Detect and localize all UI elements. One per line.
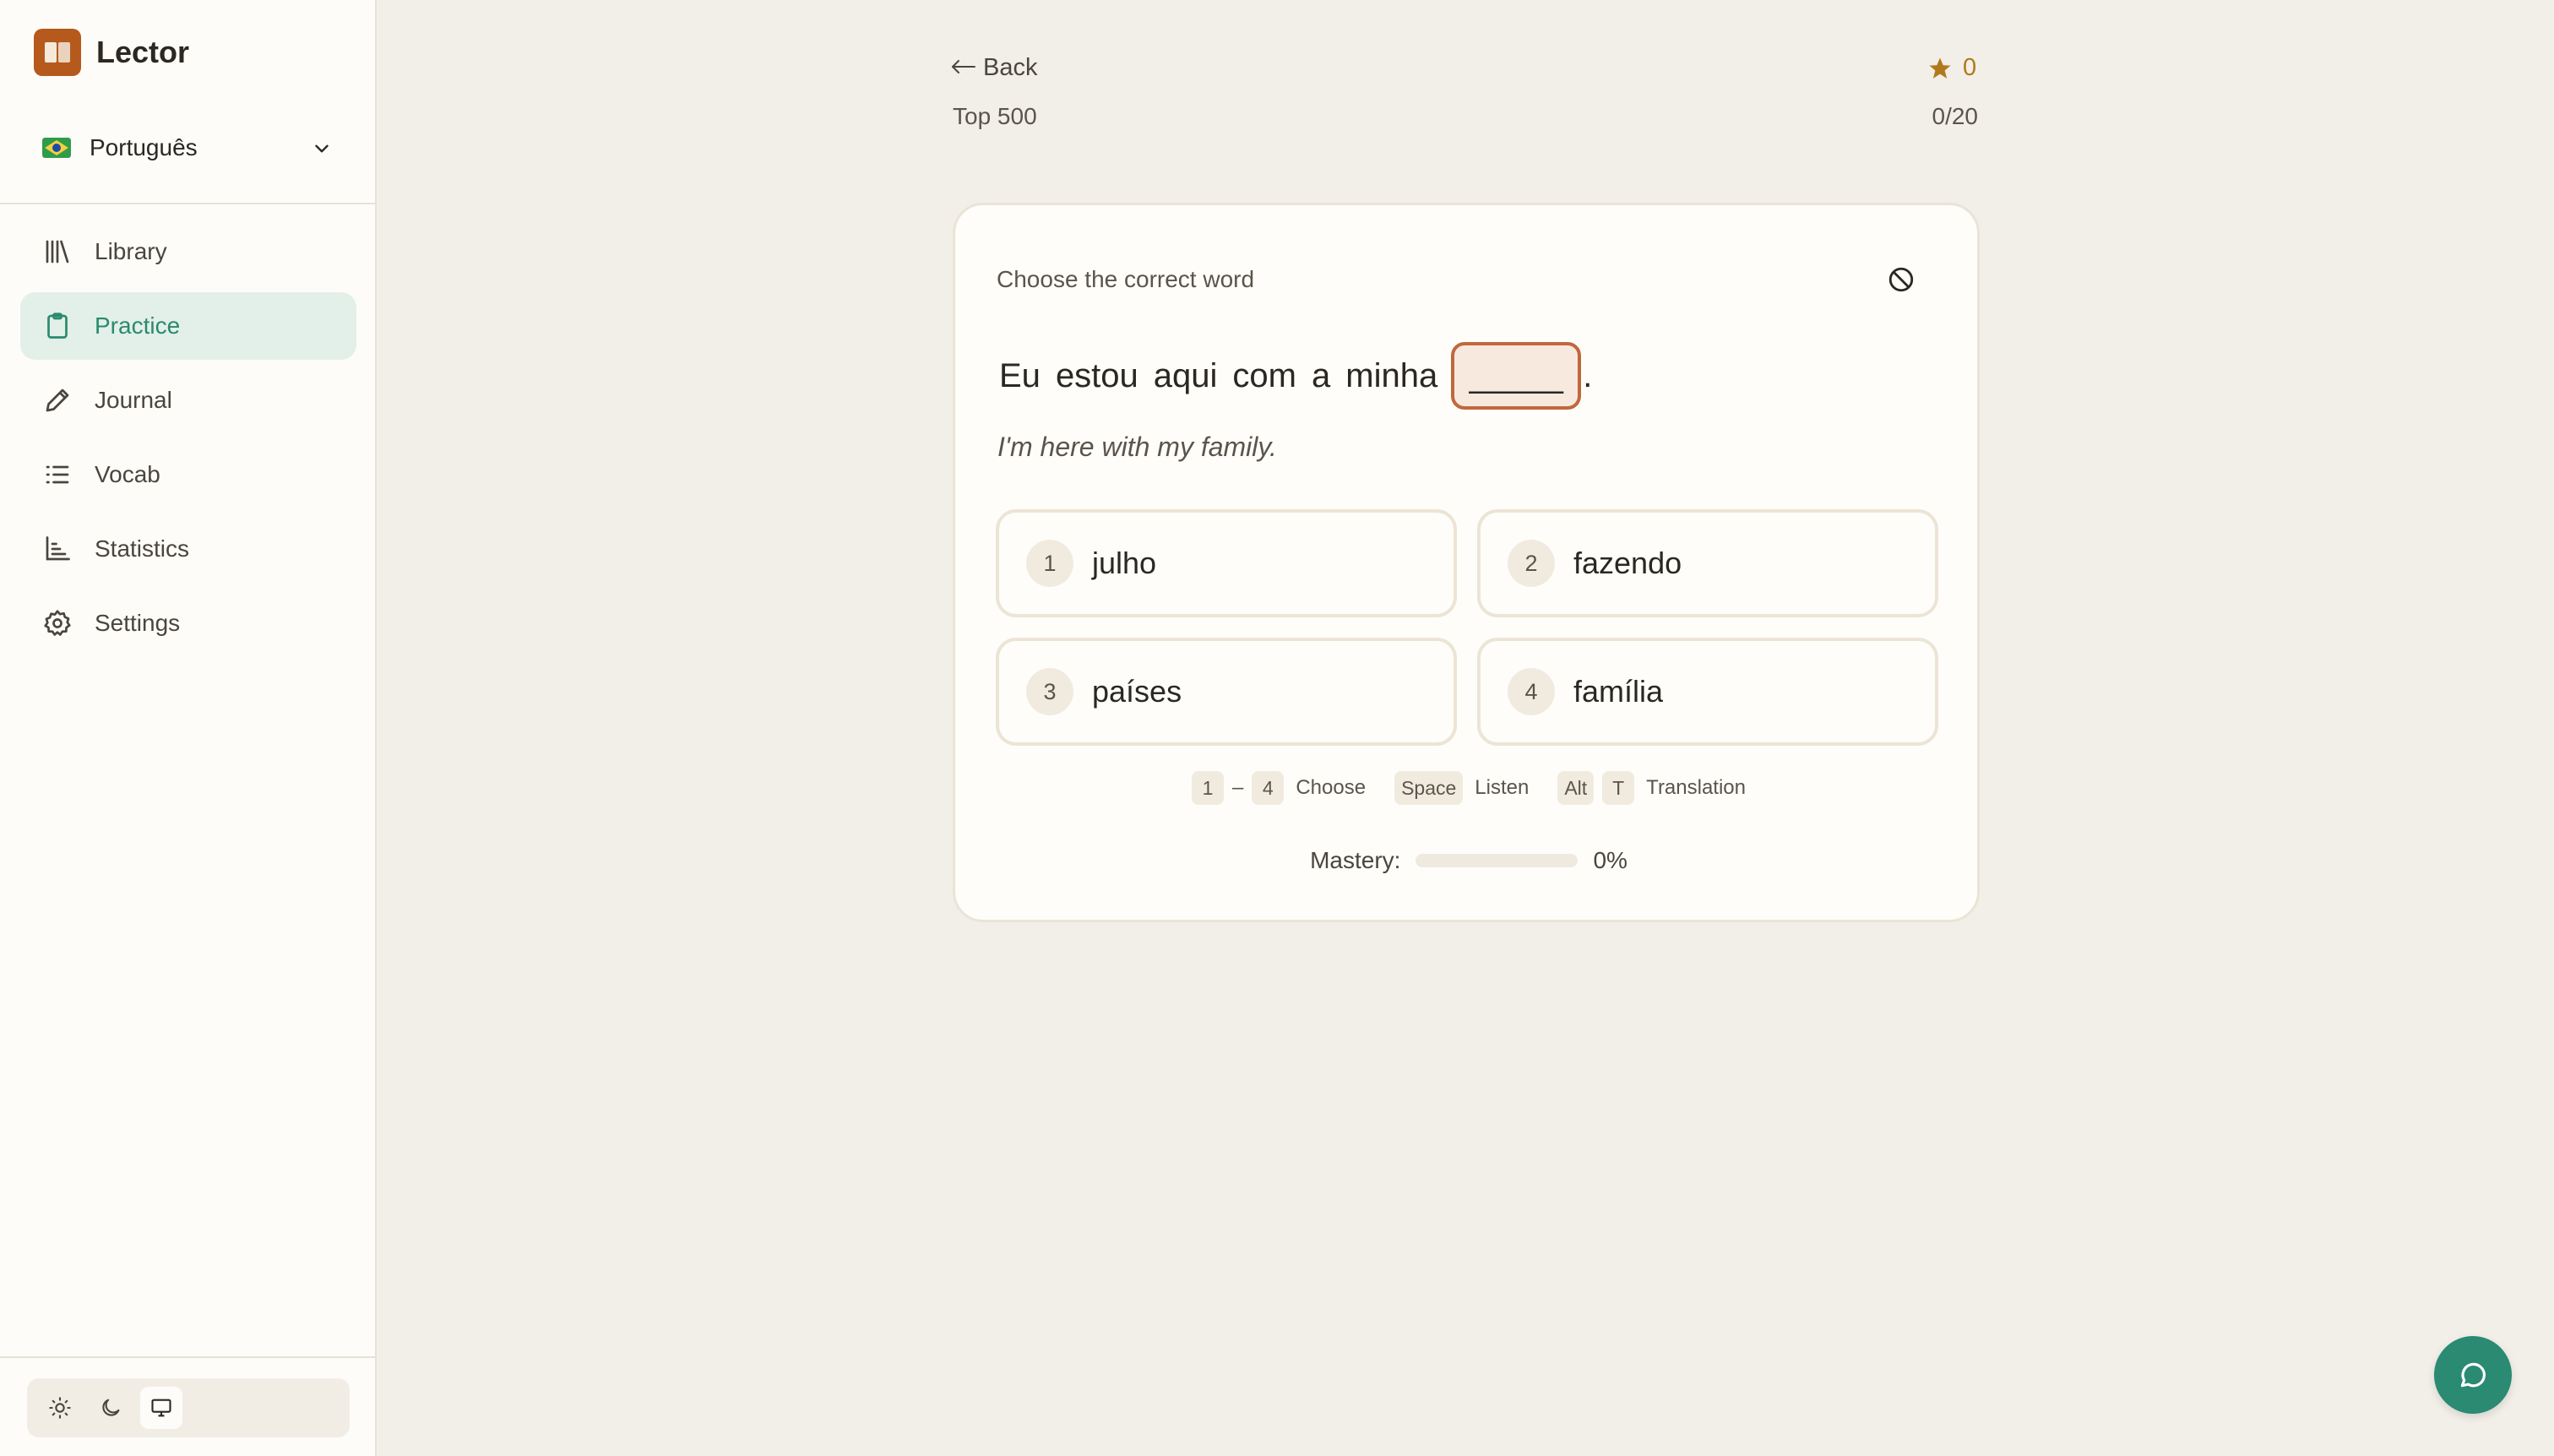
app-root: Lector Português Library Practice Journa… [0,0,2554,1456]
theme-switcher [27,1378,350,1437]
theme-light-button[interactable] [39,1387,81,1429]
monitor-icon [151,1399,171,1417]
sentence-word: a [1312,356,1331,394]
sidebar-item-label: Settings [95,610,181,636]
sentence: Eu estou aqui com a minha _____ . [999,342,1592,410]
sentence-word: estou [1055,356,1138,394]
keyboard-hints: 1 – 4 Choose Space Listen Alt T Translat… [955,771,1982,805]
sentence-word: aqui [1153,356,1218,394]
skip-button[interactable] [1884,263,1918,296]
sidebar-item-vocab[interactable]: Vocab [20,441,356,508]
list-icon [41,458,74,492]
hint-choose: 1 – 4 Choose [1191,771,1367,805]
hint-label: Listen [1475,776,1530,799]
hint-label: Translation [1646,776,1747,799]
brand[interactable]: Lector [34,29,189,76]
pencil-icon [41,383,74,417]
score-badge: 0 [1927,54,1976,82]
gear-icon [41,606,74,640]
sidebar-nav: Library Practice Journal Vocab Statistic… [20,218,356,664]
option-number: 4 [1508,668,1555,715]
deck-name: Top 500 [953,103,1037,129]
sidebar-divider [0,203,377,204]
sentence-word: Eu [999,356,1041,394]
option-button-4[interactable]: 4 família [1477,638,1938,746]
hint-listen: Space Listen [1394,771,1529,805]
sidebar-item-label: Journal [95,387,172,413]
progress-count: 0/20 [1932,103,1979,129]
option-word: julho [1092,546,1157,580]
sentence-word: com [1232,356,1296,394]
hint-translation: Alt T Translation [1557,771,1746,805]
sidebar-item-label: Statistics [95,535,190,562]
option-word: fazendo [1573,546,1682,580]
chat-bubble-icon [2460,1362,2486,1388]
ban-icon [1888,267,1914,292]
hint-label: Choose [1296,776,1367,799]
language-select[interactable]: Português [34,127,341,169]
key-alt: Alt [1557,771,1595,805]
back-label: Back [983,54,1038,81]
library-icon [41,235,74,269]
key-4: 4 [1252,771,1285,805]
option-number: 2 [1508,540,1555,587]
brazil-flag-icon [42,138,71,158]
clipboard-icon [41,309,74,343]
option-number: 3 [1026,668,1073,715]
mastery-value: 0% [1593,847,1627,873]
back-link[interactable]: Back [951,54,1037,82]
chevron-down-icon [315,144,329,153]
mastery-meter: Mastery: 0% [955,847,1982,874]
sentence-word: minha [1345,356,1438,394]
sentence-end: . [1583,356,1593,394]
sidebar-item-settings[interactable]: Settings [20,589,356,657]
hint-dash: – [1231,776,1244,799]
option-button-3[interactable]: 3 países [996,638,1457,746]
option-button-1[interactable]: 1 julho [996,509,1457,617]
exercise-prompt: Choose the correct word [997,266,1255,292]
sentence-translation: I'm here with my family. [997,432,1277,462]
sidebar-item-practice[interactable]: Practice [20,292,356,360]
key-1: 1 [1191,771,1224,805]
chat-button[interactable] [2434,1336,2512,1414]
sun-icon [49,1397,71,1419]
option-word: países [1092,674,1182,709]
key-space: Space [1394,771,1464,805]
score-value: 0 [1963,54,1977,81]
theme-system-button[interactable] [140,1387,182,1429]
sidebar-item-label: Library [95,238,167,264]
sidebar-item-label: Practice [95,312,181,339]
sidebar-item-statistics[interactable]: Statistics [20,515,356,583]
app-name: Lector [96,35,190,69]
book-logo-icon [34,29,81,76]
language-label: Português [90,134,198,160]
sidebar-item-journal[interactable]: Journal [20,367,356,434]
exercise-card: Choose the correct word Eu estou aqui co… [953,203,1980,922]
moon-icon [102,1399,120,1416]
mastery-progress-bar [1416,854,1579,867]
sidebar-item-library[interactable]: Library [20,218,356,285]
theme-dark-button[interactable] [90,1387,132,1429]
bar-chart-icon [41,532,74,566]
key-t: T [1602,771,1635,805]
star-icon [1929,57,1951,79]
option-button-2[interactable]: 2 fazendo [1477,509,1938,617]
sidebar-item-label: Vocab [95,461,160,487]
option-number: 1 [1026,540,1073,587]
mastery-label: Mastery: [1310,847,1401,873]
sidebar-footer-divider [0,1356,377,1358]
option-word: família [1573,674,1664,709]
answer-blank: _____ [1451,342,1582,410]
sidebar: Lector Português Library Practice Journa… [0,0,377,1456]
arrow-left-icon [951,54,976,82]
